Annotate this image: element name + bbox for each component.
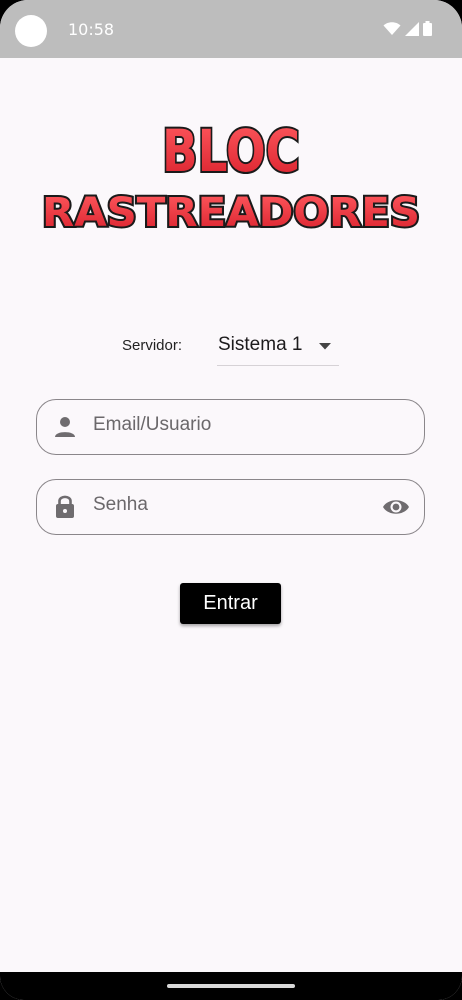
server-selector-row: Servidor: Sistema 1 xyxy=(0,330,462,366)
dropdown-arrow-icon xyxy=(319,343,331,350)
password-placeholder: Senha xyxy=(93,494,148,515)
home-gesture-handle[interactable] xyxy=(167,984,295,988)
eye-icon xyxy=(383,500,409,514)
wifi-icon xyxy=(383,21,401,35)
bloc-rastreadores-logo: BLOC RASTREADORES xyxy=(40,118,422,236)
server-label: Servidor: xyxy=(122,337,183,354)
status-time: 10:58 xyxy=(68,20,115,39)
show-password-toggle[interactable] xyxy=(382,495,410,519)
status-icons xyxy=(383,21,432,36)
navigation-bar xyxy=(0,972,462,1000)
signal-icon xyxy=(405,21,419,36)
login-screen: 10:58 BLOC RASTREADORES Servidor: Sistem… xyxy=(0,0,462,1000)
server-selected-value: Sistema 1 xyxy=(218,334,303,355)
battery-icon xyxy=(423,21,432,36)
lock-icon xyxy=(56,495,74,518)
status-bar: 10:58 xyxy=(0,0,462,58)
logo-line-2: RASTREADORES xyxy=(42,190,420,236)
server-dropdown[interactable]: Sistema 1 xyxy=(217,330,339,366)
login-button[interactable]: Entrar xyxy=(180,583,281,624)
person-icon xyxy=(55,417,75,437)
camera-cutout xyxy=(15,15,47,47)
logo-line-1: BLOC xyxy=(162,118,300,185)
email-placeholder: Email/Usuario xyxy=(93,414,212,435)
email-field[interactable]: Email/Usuario xyxy=(36,399,425,455)
password-field[interactable]: Senha xyxy=(36,479,425,535)
